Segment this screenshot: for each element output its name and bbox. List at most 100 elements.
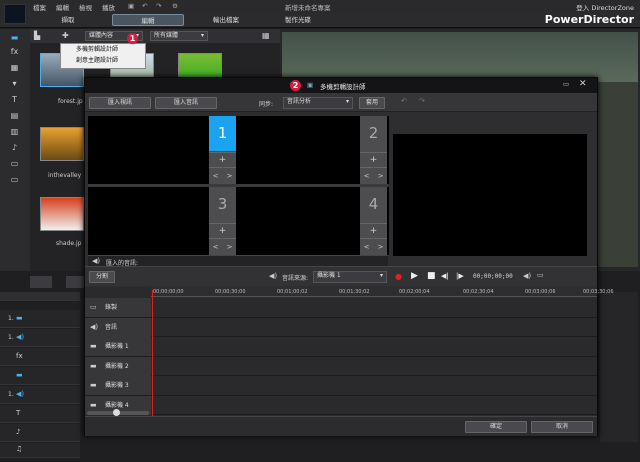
track-title[interactable]: T [0, 405, 80, 423]
chevron-left-icon[interactable]: < [209, 167, 222, 184]
import-audio-button[interactable]: 匯入音訊 [155, 97, 217, 109]
pip-room-icon[interactable]: ▦ [9, 63, 20, 72]
playhead[interactable] [152, 290, 153, 416]
title-track-icon: T [16, 409, 21, 417]
voice-track-icon: ♪ [16, 428, 21, 436]
camera-controls-4: 4 + < > [360, 187, 387, 255]
particle-room-icon[interactable]: ▾ [9, 79, 20, 88]
close-icon[interactable]: ✕ [579, 79, 587, 89]
menu-item-multicam[interactable]: 多機剪輯設計師 [61, 44, 145, 55]
subtitle-icon[interactable]: ▭ [9, 175, 20, 184]
snapshot-button[interactable] [30, 276, 52, 288]
ruler-label: 00;03;30;06 [583, 289, 614, 295]
camera-number-2[interactable]: 2 [360, 116, 387, 151]
menu-file[interactable]: 檔案 [33, 2, 46, 12]
media-thumb-shade[interactable] [40, 197, 84, 231]
split-button[interactable]: 分割 [89, 271, 115, 283]
add-icon[interactable]: + [209, 152, 236, 166]
maximize-icon[interactable]: ▭ [563, 80, 569, 88]
cancel-button[interactable]: 取消 [531, 421, 593, 433]
add-icon[interactable]: + [360, 223, 387, 237]
plugin-icon[interactable]: ✚ [62, 31, 69, 40]
previous-frame-icon[interactable]: ◀| [441, 272, 449, 280]
menu-item-theme-designer[interactable]: 創意主題設計師 [61, 55, 145, 66]
apply-button[interactable]: 套用 [359, 97, 385, 109]
dialog-track-record[interactable]: 錄製 ▭ [85, 298, 597, 318]
zoom-slider-thumb[interactable] [113, 409, 120, 416]
library-toolbar: ▙ ✚ 媒體內容▾ 所有媒體▾ ▦ [30, 29, 280, 43]
undo-icon[interactable]: ↶ [142, 2, 147, 10]
chevron-down-icon: ▾ [200, 32, 204, 39]
track-music[interactable]: ♫ [0, 443, 80, 458]
redo-icon[interactable]: ↷ [156, 2, 161, 10]
menu-edit[interactable]: 編輯 [56, 2, 69, 12]
undo-icon[interactable]: ↶ [401, 97, 407, 105]
chevron-right-icon[interactable]: > [374, 167, 387, 184]
sync-dropdown[interactable]: 音訊分析 ▾ [283, 97, 353, 109]
timeline-clip-area[interactable] [600, 292, 638, 442]
zoom-slider[interactable] [87, 409, 149, 416]
play-icon[interactable]: ▶ [411, 271, 418, 281]
dialog-track-camera-4[interactable]: 攝影機 4 ▬ [85, 395, 597, 415]
track-audio-2[interactable]: 1. ◀) [0, 386, 80, 404]
ruler-label: 00;02;00;04 [399, 289, 430, 295]
dialog-track-camera-1[interactable]: 攝影機 1 ▬ [85, 337, 597, 357]
transition-room-icon[interactable]: ▤ [9, 111, 20, 120]
volume-icon[interactable]: ◀) [523, 272, 531, 280]
ruler-label: 00;03;00;06 [525, 289, 556, 295]
tab-create-disc[interactable]: 製作光碟 [268, 14, 328, 26]
save-icon[interactable]: ▣ [128, 2, 134, 10]
import-video-button[interactable]: 匯入視訊 [89, 97, 151, 109]
track-audio-1[interactable]: 1. ◀) [0, 329, 80, 347]
ok-button[interactable]: 確定 [465, 421, 527, 433]
chevron-right-icon[interactable]: > [223, 167, 236, 184]
camera-number-4[interactable]: 4 [360, 187, 387, 222]
menu-view[interactable]: 檢視 [79, 2, 92, 12]
tab-edit[interactable]: 編輯 [112, 14, 184, 26]
room-toolstrip: ▬ fx ▦ ▾ T ▤ ▥ ♪ ▭ ▭ [0, 29, 30, 271]
dialog-track-camera-3[interactable]: 攝影機 3 ▬ [85, 376, 597, 396]
media-label: forest.jp [58, 98, 83, 105]
preview-image [598, 82, 638, 267]
audio-source-dropdown[interactable]: 攝影機 1 ▾ [313, 271, 387, 283]
title-room-icon[interactable]: T [9, 95, 20, 104]
grid-view-icon[interactable]: ▦ [262, 31, 270, 40]
dialog-track-audio[interactable]: 音訊 ◀) [85, 317, 597, 337]
add-icon[interactable]: + [209, 223, 236, 237]
chevron-left-icon[interactable]: < [360, 238, 373, 255]
track-voice[interactable]: ♪ [0, 424, 80, 442]
camera-number-1[interactable]: 1 [209, 116, 236, 151]
ruler-label: 00;00;30;00 [215, 289, 246, 295]
import-media-icon[interactable]: ▙ [34, 31, 40, 40]
media-room-icon[interactable]: ▬ [9, 33, 20, 42]
camera-track-icon: ▬ [90, 400, 97, 409]
media-label: inthevalley [48, 172, 82, 179]
redo-icon[interactable]: ↷ [419, 97, 425, 105]
record-icon[interactable]: ● [395, 272, 402, 281]
chevron-left-icon[interactable]: < [209, 238, 222, 255]
stop-icon[interactable]: ■ [427, 271, 436, 281]
directorzone-login[interactable]: 登入 DirectorZone [576, 2, 634, 12]
camera-grid: 1 + < > 2 + < > 3 + < > 4 + < > [88, 116, 389, 257]
chevron-left-icon[interactable]: < [360, 167, 373, 184]
settings-icon[interactable]: ⚙ [172, 2, 178, 10]
media-thumb-inthevalley[interactable] [40, 127, 84, 161]
tab-produce[interactable]: 輸出檔案 [190, 14, 262, 26]
track-video-2[interactable]: ▬ [0, 367, 80, 385]
audio-mix-icon[interactable]: ▥ [9, 127, 20, 136]
fx-room-icon[interactable]: fx [9, 47, 20, 56]
tab-capture[interactable]: 擷取 [38, 14, 98, 26]
voiceover-icon[interactable]: ♪ [9, 143, 20, 152]
camera-number-3[interactable]: 3 [209, 187, 236, 222]
media-filter-dropdown[interactable]: 所有媒體 ▾ [150, 31, 208, 41]
dialog-track-camera-2[interactable]: 攝影機 2 ▬ [85, 356, 597, 376]
chevron-right-icon[interactable]: > [374, 238, 387, 255]
menu-play[interactable]: 播放 [102, 2, 115, 12]
next-frame-icon[interactable]: |▶ [456, 272, 464, 280]
add-icon[interactable]: + [360, 152, 387, 166]
chevron-right-icon[interactable]: > [223, 238, 236, 255]
chapter-icon[interactable]: ▭ [9, 159, 20, 168]
display-mode-icon[interactable]: ▭ [537, 271, 544, 279]
track-video-1[interactable]: 1. ▬ [0, 310, 80, 328]
track-fx[interactable]: fx [0, 348, 80, 366]
